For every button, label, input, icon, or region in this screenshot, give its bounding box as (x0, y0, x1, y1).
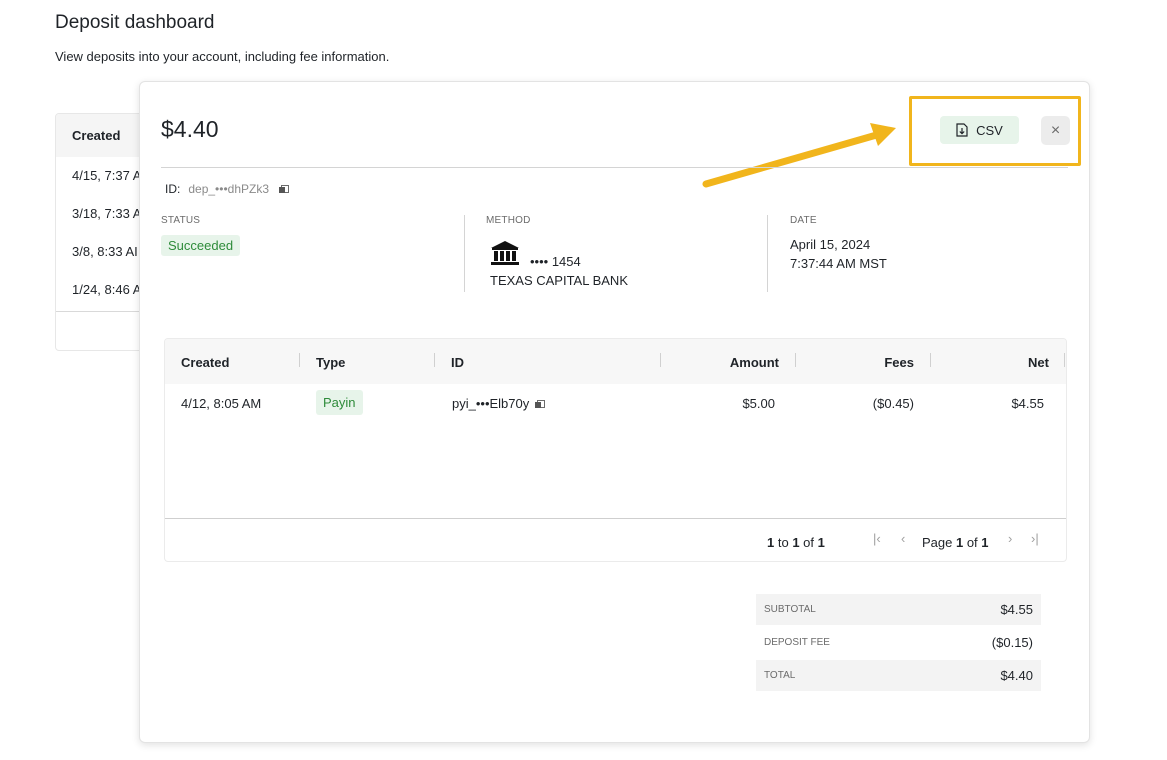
divider (161, 167, 1068, 168)
deposit-amount: $4.40 (161, 116, 219, 142)
bank-name: TEXAS CAPITAL BANK (490, 273, 628, 288)
deposit-detail-modal: $4.40 CSV × ID: dep_•••dhPZk3 STATUS Suc… (139, 81, 1090, 743)
column-divider (930, 353, 931, 367)
deposit-fee-value: ($0.15) (991, 635, 1033, 650)
deposit-time: 7:37:44 AM MST (790, 256, 887, 271)
type-badge: Payin (316, 390, 363, 415)
last-page-icon[interactable]: ›| (1031, 531, 1039, 546)
summary-total: TOTAL $4.40 (756, 660, 1041, 691)
table-header: Created Type ID Amount Fees Net (165, 339, 1066, 384)
status-label: STATUS (161, 215, 201, 226)
cell-created: 4/12, 8:05 AM (181, 396, 262, 411)
column-header-id[interactable]: ID (451, 355, 464, 370)
cell-id: pyi_•••Elb70y (452, 396, 546, 411)
column-header-amount[interactable]: Amount (730, 355, 779, 370)
summary-deposit-fee: DEPOSIT FEE ($0.15) (756, 627, 1041, 658)
column-divider (434, 353, 435, 367)
copy-icon[interactable] (279, 185, 289, 193)
annotation-arrow (702, 123, 896, 188)
cell-fees: ($0.45) (872, 396, 914, 411)
column-divider (299, 353, 300, 367)
cell-amount: $5.00 (742, 396, 775, 411)
id-label: ID: (165, 182, 181, 196)
transactions-table: Created Type ID Amount Fees Net 4/12, 8:… (164, 338, 1067, 562)
divider (767, 215, 768, 292)
id-value: dep_•••dhPZk3 (188, 182, 269, 196)
first-page-icon[interactable]: |‹ (873, 531, 881, 546)
column-header-created[interactable]: Created (181, 355, 229, 370)
next-page-icon[interactable]: › (1008, 531, 1012, 546)
bank-icon (491, 241, 519, 265)
column-header-fees[interactable]: Fees (884, 355, 914, 370)
divider (464, 215, 465, 292)
divider (165, 518, 1066, 519)
csv-button-label: CSV (976, 122, 1003, 138)
total-label: TOTAL (764, 670, 796, 681)
deposit-id: ID: dep_•••dhPZk3 (165, 182, 289, 196)
subtotal-value: $4.55 (1000, 602, 1033, 617)
copy-icon[interactable] (535, 399, 546, 408)
summary-subtotal: SUBTOTAL $4.55 (756, 594, 1041, 625)
close-icon: × (1050, 121, 1061, 139)
column-header-net[interactable]: Net (1028, 355, 1049, 370)
column-divider (795, 353, 796, 367)
column-divider (1064, 353, 1065, 367)
page-subtitle: View deposits into your account, includi… (55, 49, 390, 64)
page-title: Deposit dashboard (55, 12, 215, 33)
method-label: METHOD (486, 215, 531, 226)
download-file-icon (956, 123, 968, 137)
csv-export-button[interactable]: CSV (940, 116, 1019, 144)
column-header-type[interactable]: Type (316, 355, 345, 370)
deposit-date: April 15, 2024 (790, 237, 871, 252)
total-value: $4.40 (1000, 668, 1033, 683)
column-divider (660, 353, 661, 367)
pagination-page: Page 1 of 1 (922, 535, 989, 550)
pagination-count: 1 to 1 of 1 (767, 535, 825, 550)
previous-page-icon[interactable]: ‹ (901, 531, 905, 546)
close-button[interactable]: × (1041, 116, 1070, 145)
subtotal-label: SUBTOTAL (764, 604, 816, 615)
deposit-fee-label: DEPOSIT FEE (764, 637, 830, 648)
date-label: DATE (790, 215, 817, 226)
cell-net: $4.55 (1011, 396, 1044, 411)
account-mask: •••• 1454 (530, 254, 581, 269)
payin-id: pyi_•••Elb70y (452, 396, 530, 411)
status-badge: Succeeded (161, 235, 241, 256)
